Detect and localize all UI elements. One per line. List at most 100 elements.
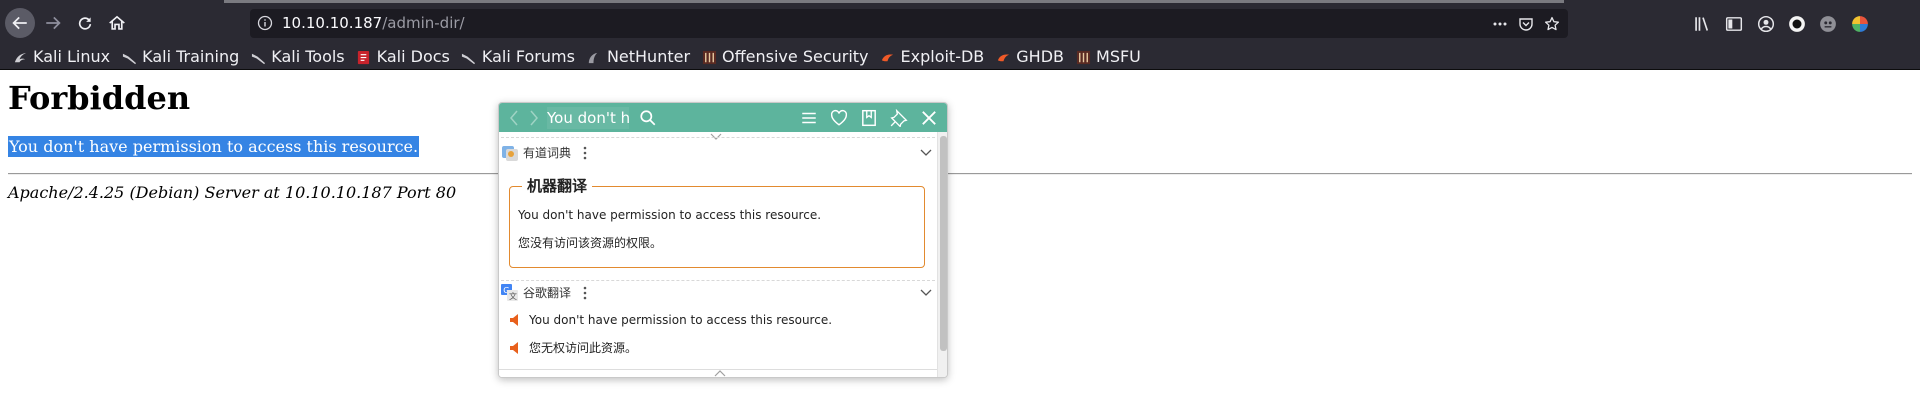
youdao-menu-icon[interactable] [581,144,589,162]
url-text[interactable]: 10.10.10.187/admin-dir/ [282,13,465,33]
kali-dragon-icon [461,49,477,65]
bookmark-label: Offensive Security [722,47,869,66]
msfu-icon [1075,49,1091,65]
bookmark-nethunter[interactable]: NetHunter [586,46,690,68]
popup-pin-button[interactable] [889,108,909,128]
youdao-header: 有道词典 [501,142,935,164]
account-icon [1757,15,1775,33]
address-bar[interactable]: 10.10.10.187/admin-dir/ [250,9,1568,38]
section-divider [501,280,935,281]
kali-docs-icon [356,49,372,65]
bookmark-label: Kali Training [142,47,240,66]
youdao-result-text: 您没有访问该资源的权限。 [518,236,663,250]
speaker-icon[interactable] [509,313,521,327]
reload-button[interactable] [70,8,100,38]
page-title: Forbidden [8,79,191,117]
speaker-icon[interactable] [509,341,521,355]
back-button[interactable] [5,8,35,38]
chevron-right-icon [530,110,538,126]
translator-extension-button[interactable] [1850,14,1870,34]
home-button[interactable] [102,8,132,38]
kali-dragon-icon [121,49,137,65]
pocket-icon [1519,18,1533,31]
info-icon[interactable] [257,15,273,31]
section-divider [501,137,935,138]
bookmark-kali-tools[interactable]: Kali Tools [250,46,345,68]
home-icon [109,15,125,30]
extension-ghost-icon [1820,16,1836,32]
library-icon [1695,17,1709,31]
youdao-source-text: You don't have permission to access this… [518,208,822,222]
translator-extension-icon [1852,16,1868,32]
bookmark-kali-training[interactable]: Kali Training [121,46,239,68]
google-expand-icon[interactable] [919,287,933,299]
search-icon[interactable] [639,109,657,127]
bookmark-ghdb[interactable]: GHDB [995,46,1064,68]
chevron-left-icon [510,110,518,126]
bookmark-label: NetHunter [606,47,691,66]
popup-search-input[interactable]: You don't h [547,107,629,129]
popup-body: 有道词典 机器翻译 You don't have permission to a… [499,132,937,377]
kali-dragon-icon [250,49,266,65]
youdao-name: 有道词典 [523,146,572,160]
extension-ghost-button[interactable] [1818,14,1838,34]
bookmark-label: Kali Docs [376,47,450,66]
bookmark-label: MSFU [1096,47,1141,66]
bookmark-offensive-security[interactable]: Offensive Security [701,46,869,68]
more-dots-icon [1493,22,1507,26]
machine-translation-box: 机器翻译 You don't have permission to access… [509,176,925,268]
bookmark-kali-linux[interactable]: Kali Linux [12,46,110,68]
library-button[interactable] [1692,14,1712,34]
google-name: 谷歌翻译 [523,286,572,300]
popup-wordbook-button[interactable] [859,108,879,128]
translator-popup[interactable]: You don't h 有道词典 机器翻译 You don't have per… [498,102,948,378]
account-button[interactable] [1756,14,1776,34]
sidebar-button[interactable] [1724,14,1744,34]
reload-icon [78,17,92,30]
bookmark-label: Kali Tools [271,47,345,66]
google-menu-icon[interactable] [581,284,589,302]
bookmark-kali-docs[interactable]: Kali Docs [356,46,450,68]
popup-menu-button[interactable] [799,108,819,128]
server-signature: Apache/2.4.25 (Debian) Server at 10.10.1… [8,183,457,202]
arrow-left-icon [12,16,27,30]
bookmark-exploit-db[interactable]: Exploit-DB [880,46,985,68]
bookmark-kali-forums[interactable]: Kali Forums [461,46,575,68]
popup-forward-button[interactable] [527,109,543,127]
popup-scrollbar[interactable] [937,132,947,377]
google-header: G文 谷歌翻译 [501,282,935,304]
bookmark-star-button[interactable] [1542,14,1562,34]
expand-up-caret-icon[interactable] [713,368,727,378]
kali-dragon-icon [12,49,28,65]
youdao-expand-icon[interactable] [919,147,933,159]
heart-icon [830,109,848,126]
page-content: Forbidden You don't have permission to a… [0,70,1920,406]
google-source-text: You don't have permission to access this… [529,313,833,327]
scrollbar-thumb[interactable] [940,136,947,351]
popup-back-button[interactable] [507,109,523,127]
google-translate-logo-icon: G文 [501,284,518,301]
close-icon [922,111,936,125]
nethunter-icon [586,49,602,65]
navigation-toolbar: 10.10.10.187/admin-dir/ [0,3,1920,43]
extension-dark-button[interactable] [1787,14,1807,34]
extension-circle-icon [1789,16,1805,32]
bookmark-msfu[interactable]: MSFU [1075,46,1141,68]
ghdb-icon [995,49,1011,65]
popup-favorite-button[interactable] [829,108,849,128]
forward-button[interactable] [38,8,68,38]
bookmark-label: Kali Forums [481,47,575,66]
pocket-button[interactable] [1516,14,1536,34]
bookmark-label: GHDB [1016,47,1065,66]
bookmarks-toolbar: Kali Linux Kali Training Kali Tools Kali… [0,44,1920,70]
svg-text:文: 文 [509,291,517,301]
page-actions-button[interactable] [1490,14,1510,34]
bookmark-label: Kali Linux [33,47,111,66]
popup-close-button[interactable] [919,108,939,128]
browser-chrome: 10.10.10.187/admin-dir/ Kali Linux Kali … [0,0,1920,70]
bookmark-book-icon [862,109,876,127]
sidebar-icon [1725,17,1743,31]
bookmark-label: Exploit-DB [900,47,985,66]
star-icon [1544,16,1560,31]
url-host: 10.10.10.187 [282,14,383,32]
